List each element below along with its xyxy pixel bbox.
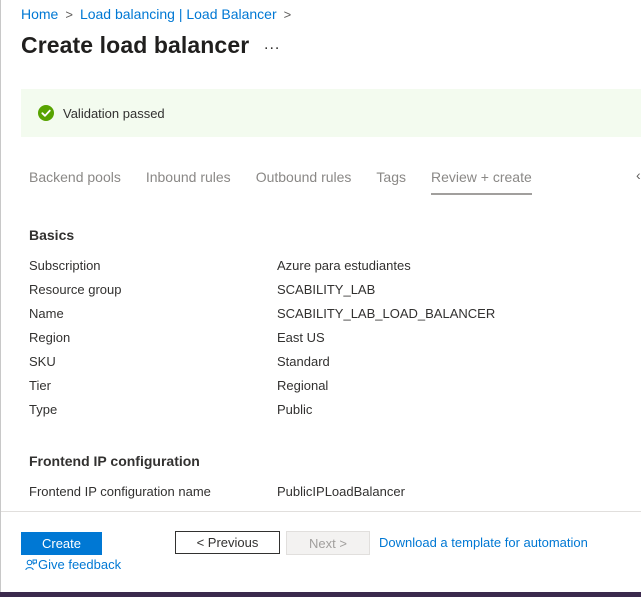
tab-tags[interactable]: Tags: [376, 169, 406, 193]
page-title: Create load balancer: [21, 32, 250, 58]
next-button[interactable]: Next >: [286, 531, 370, 555]
left-border: [0, 0, 1, 597]
success-check-icon: [38, 105, 54, 121]
section-title-frontend-ip: Frontend IP configuration: [29, 453, 200, 469]
download-template-link[interactable]: Download a template for automation: [379, 535, 588, 550]
taskbar-strip: [0, 592, 641, 597]
summary-key: Frontend IP configuration name: [29, 484, 211, 499]
breadcrumb-separator: >: [65, 6, 73, 22]
summary-key: Type: [29, 402, 58, 417]
summary-row: Resource group SCABILITY_LAB: [29, 282, 375, 297]
tab-outbound-rules[interactable]: Outbound rules: [256, 169, 352, 193]
summary-value: SCABILITY_LAB_LOAD_BALANCER: [277, 306, 496, 321]
summary-value: Public: [277, 402, 313, 417]
give-feedback-link[interactable]: Give feedback: [25, 557, 121, 572]
validation-status-text: Validation passed: [63, 105, 165, 121]
summary-key: SKU: [29, 354, 56, 369]
tabs-scroll-chevron-icon[interactable]: ‹: [636, 167, 641, 183]
summary-value: Regional: [277, 378, 329, 393]
more-options-button[interactable]: ...: [264, 36, 280, 54]
create-button[interactable]: Create: [21, 532, 102, 555]
tab-review-create[interactable]: Review + create: [431, 169, 532, 195]
summary-row: Frontend IP configuration name PublicIPL…: [29, 484, 405, 499]
wizard-tabs: Backend pools Inbound rules Outbound rul…: [29, 169, 557, 197]
summary-value: Standard: [277, 354, 330, 369]
tab-backend-pools[interactable]: Backend pools: [29, 169, 121, 193]
validation-banner: Validation passed: [21, 89, 641, 137]
breadcrumb-load-balancing[interactable]: Load balancing | Load Balancer: [80, 6, 277, 22]
feedback-person-icon: [25, 559, 37, 570]
summary-row: Name SCABILITY_LAB_LOAD_BALANCER: [29, 306, 495, 321]
summary-value: Azure para estudiantes: [277, 258, 411, 273]
summary-key: Region: [29, 330, 71, 345]
previous-button[interactable]: < Previous: [175, 531, 280, 554]
summary-row: Tier Regional: [29, 378, 328, 393]
section-title-basics: Basics: [29, 227, 75, 243]
summary-value: East US: [277, 330, 325, 345]
summary-key: Resource group: [29, 282, 122, 297]
summary-row: Subscription Azure para estudiantes: [29, 258, 411, 273]
summary-row: Type Public: [29, 402, 312, 417]
breadcrumb-home[interactable]: Home: [21, 6, 58, 22]
summary-value: PublicIPLoadBalancer: [277, 484, 405, 499]
summary-key: Tier: [29, 378, 51, 393]
summary-row: SKU Standard: [29, 354, 330, 369]
summary-key: Subscription: [29, 258, 101, 273]
summary-value: SCABILITY_LAB: [277, 282, 376, 297]
breadcrumb: Home > Load balancing | Load Balancer >: [21, 6, 298, 22]
give-feedback-label: Give feedback: [38, 557, 122, 572]
summary-row: Region East US: [29, 330, 325, 345]
summary-key: Name: [29, 306, 64, 321]
footer-divider: [1, 511, 641, 512]
breadcrumb-separator: >: [283, 6, 292, 22]
tab-inbound-rules[interactable]: Inbound rules: [146, 169, 231, 193]
